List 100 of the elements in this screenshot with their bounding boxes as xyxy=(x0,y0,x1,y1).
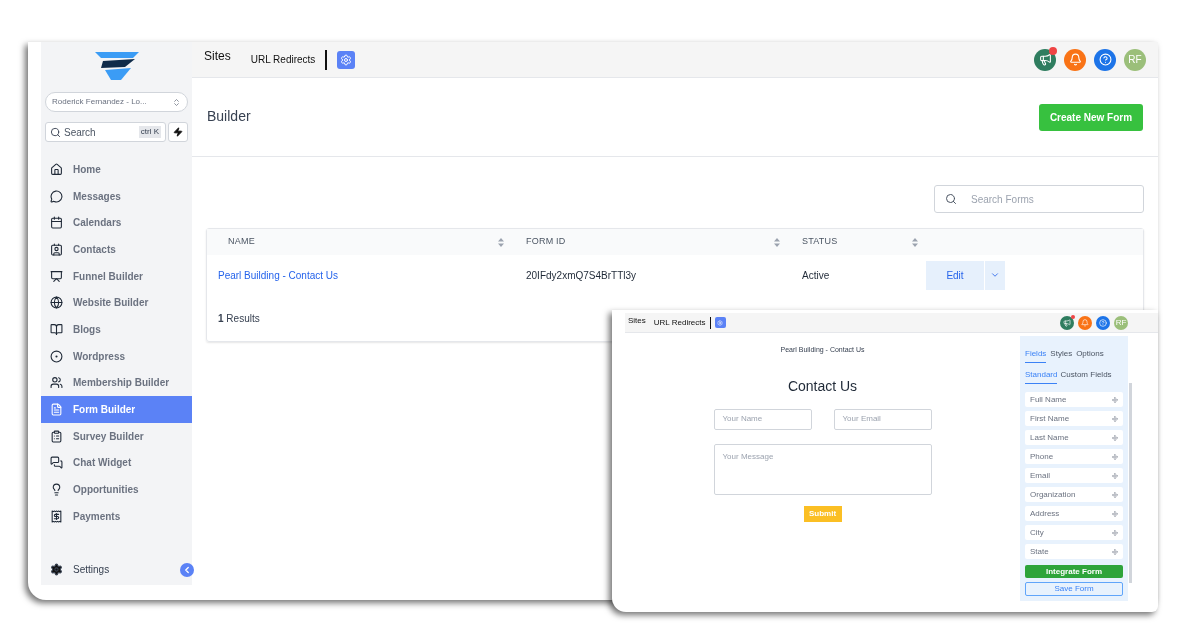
form-name-link[interactable]: Pearl Building - Contact Us xyxy=(218,269,339,281)
chevron-updown-icon xyxy=(172,97,181,107)
drag-handle-icon xyxy=(1112,510,1118,517)
input-field[interactable]: Your Email xyxy=(833,408,932,430)
sidebar-item[interactable]: Chat Widget xyxy=(41,449,192,477)
message-field[interactable]: Your Message xyxy=(713,443,932,495)
notifications-button[interactable] xyxy=(1064,48,1086,71)
field-item[interactable]: City xyxy=(1025,525,1123,540)
sidebar-item[interactable]: Survey Builder xyxy=(41,422,192,450)
field-item[interactable]: Phone xyxy=(1025,449,1123,464)
people-icon xyxy=(50,376,63,390)
help-icon xyxy=(1098,53,1112,66)
megaphone-icon xyxy=(1038,53,1052,66)
drag-handle-icon xyxy=(1112,472,1118,479)
column-header: FORM ID xyxy=(526,235,566,249)
sidebar-item[interactable]: Form Builder xyxy=(41,396,192,423)
sidebar-item[interactable]: Wordpress xyxy=(41,342,192,370)
column-header: NAME xyxy=(228,235,255,249)
sort-icon[interactable] xyxy=(774,237,780,247)
drag-handle-icon xyxy=(1112,415,1118,422)
sidebar-item[interactable]: Funnel Builder xyxy=(41,262,192,290)
edit-button[interactable]: Edit xyxy=(926,260,985,290)
quick-action-button[interactable] xyxy=(168,122,188,142)
search-icon xyxy=(50,126,61,138)
input-field[interactable]: Your Name xyxy=(713,408,812,430)
panel-subtab[interactable]: Standard xyxy=(1025,369,1058,384)
field-item[interactable]: First Name xyxy=(1025,411,1123,426)
sidebar-item[interactable]: Website Builder xyxy=(41,289,192,317)
drag-handle-icon xyxy=(1112,453,1118,460)
table-cell: 20IFdy2xmQ7S4BrTTl3y xyxy=(526,269,637,281)
help-button[interactable] xyxy=(1096,315,1110,330)
search-field[interactable]: Search ctrl K xyxy=(45,122,166,142)
integrate-form-button[interactable]: Integrate Form xyxy=(1025,565,1123,578)
gear-icon xyxy=(340,53,353,66)
search-forms-field[interactable]: Search Forms xyxy=(934,185,1144,213)
help-button[interactable] xyxy=(1094,48,1116,71)
sort-icon[interactable] xyxy=(912,237,918,247)
create-form-button[interactable]: Create New Form xyxy=(1039,103,1143,131)
field-item[interactable]: Organization xyxy=(1025,487,1123,502)
help-icon xyxy=(1099,318,1107,327)
page-title: Builder xyxy=(207,106,251,126)
url-redirects-tab[interactable]: URL Redirects xyxy=(250,52,316,67)
table-cell: Active xyxy=(802,269,830,281)
collapse-button[interactable] xyxy=(180,562,194,577)
sidebar-item[interactable]: Blogs xyxy=(41,316,192,343)
panel-tab[interactable]: Styles xyxy=(1050,348,1073,363)
sidebar-item[interactable]: Calendars xyxy=(41,209,192,237)
circle-icon xyxy=(50,349,63,363)
sites-title: Sites xyxy=(204,47,231,65)
save-form-button[interactable]: Save Form xyxy=(1025,582,1123,596)
book-icon xyxy=(50,322,63,336)
drag-handle-icon xyxy=(1112,529,1118,536)
panel-tab[interactable]: Options xyxy=(1076,348,1104,363)
panel-tab[interactable]: Fields xyxy=(1025,348,1047,363)
chevron-down-icon xyxy=(990,270,1000,280)
search-icon xyxy=(945,193,957,205)
home-icon xyxy=(50,162,63,176)
notifications-button[interactable] xyxy=(1078,315,1092,330)
bell-icon xyxy=(1068,53,1082,66)
contact-card-icon xyxy=(50,242,63,256)
sort-icon[interactable] xyxy=(498,237,504,247)
field-item[interactable]: Email xyxy=(1025,468,1123,483)
sidebar-item[interactable]: Membership Builder xyxy=(41,369,192,397)
sidebar-item[interactable]: Contacts xyxy=(41,236,192,263)
chat-icon xyxy=(50,456,63,470)
sidebar-item[interactable]: Messages xyxy=(41,182,192,210)
document-icon xyxy=(50,403,63,417)
announcement-button[interactable] xyxy=(1034,48,1056,71)
settings-button[interactable] xyxy=(337,50,356,69)
drag-handle-icon xyxy=(1112,491,1118,498)
chat-bubble-icon xyxy=(50,189,63,203)
announcement-button[interactable] xyxy=(1060,315,1074,330)
sidebar-item[interactable]: Opportunities xyxy=(41,476,192,503)
settings-icon xyxy=(50,563,63,576)
lightbulb-icon xyxy=(50,483,63,497)
field-item[interactable]: State xyxy=(1025,544,1123,559)
account-selector[interactable]: Roderick Fernandez - Lo... xyxy=(45,92,188,112)
shortcut-hint: ctrl K xyxy=(138,126,161,138)
sites-title: Sites xyxy=(628,315,646,327)
results-count: 1 Results xyxy=(218,311,260,326)
chevron-left-icon xyxy=(182,564,192,575)
sidebar-item[interactable]: Payments xyxy=(41,502,192,530)
bell-icon xyxy=(1081,318,1089,327)
sidebar-item[interactable]: Home xyxy=(41,156,192,183)
drag-handle-icon xyxy=(1112,434,1118,441)
form-heading: Contact Us xyxy=(787,376,858,396)
settings-button[interactable] xyxy=(714,317,726,328)
receipt-icon xyxy=(50,509,63,523)
field-item[interactable]: Address xyxy=(1025,506,1123,521)
settings-link[interactable]: Settings xyxy=(50,562,110,577)
field-item[interactable]: Full Name xyxy=(1025,392,1123,407)
panel-subtab[interactable]: Custom Fields xyxy=(1060,369,1112,384)
screen-icon xyxy=(50,269,63,283)
field-item[interactable]: Last Name xyxy=(1025,430,1123,445)
megaphone-icon xyxy=(1063,318,1071,327)
drag-handle-icon xyxy=(1112,396,1118,403)
drag-handle-icon xyxy=(1112,548,1118,555)
url-redirects-tab[interactable]: URL Redirects xyxy=(653,316,706,329)
calendar-icon xyxy=(50,216,63,230)
lightning-icon xyxy=(173,127,183,137)
